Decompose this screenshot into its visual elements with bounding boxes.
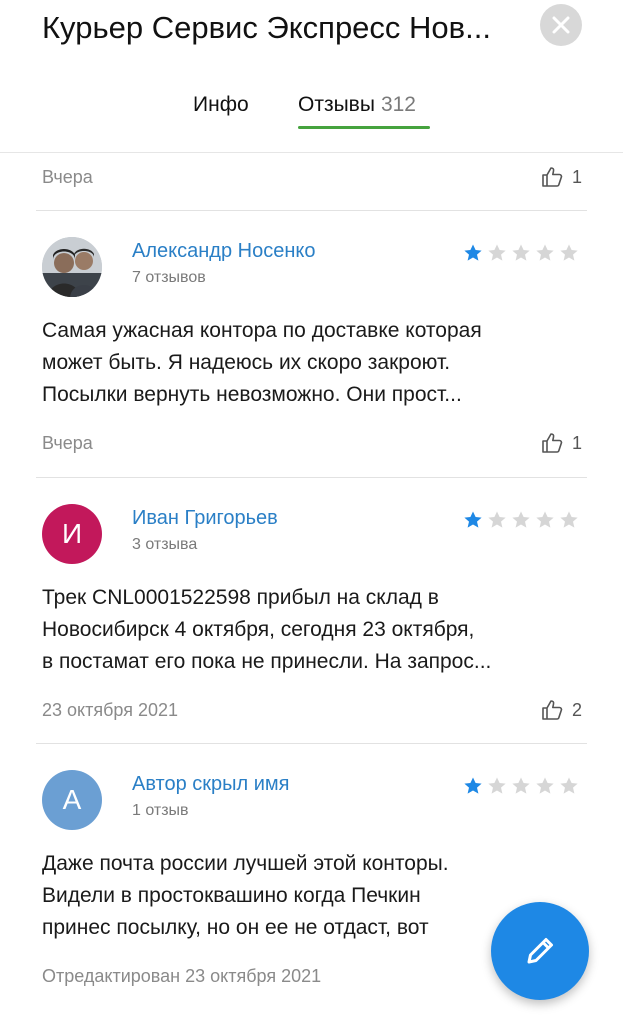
header-divider xyxy=(0,152,623,153)
header: Курьер Сервис Экспресс Нов... Инфо Отзыв… xyxy=(0,0,623,145)
avatar[interactable] xyxy=(42,237,102,297)
like-button[interactable]: 1 xyxy=(540,162,582,192)
like-button[interactable]: 1 xyxy=(540,428,582,458)
star-rating xyxy=(463,510,579,530)
avatar[interactable]: А xyxy=(42,770,102,830)
like-count: 1 xyxy=(571,432,582,453)
pencil-icon xyxy=(527,938,553,964)
divider xyxy=(36,477,587,478)
page-title: Курьер Сервис Экспресс Нов... xyxy=(42,10,491,45)
divider xyxy=(36,210,587,211)
review-text-line: может быть. Я надеюсь их скоро закроют. xyxy=(42,351,451,374)
thumbs-up-icon xyxy=(542,700,563,720)
review-text-line: в постамат его пока не принесли. На запр… xyxy=(42,650,492,673)
review-text-line: Даже почта россии лучшей этой конторы. xyxy=(42,852,449,875)
star-icon xyxy=(536,511,554,528)
star-icon xyxy=(536,244,554,261)
like-count: 2 xyxy=(571,699,582,720)
tab-info[interactable]: Инфо xyxy=(193,88,249,122)
review-count: 7 отзывов xyxy=(132,269,206,286)
close-icon xyxy=(552,16,570,34)
reviews-count: 312 xyxy=(380,93,416,116)
star-icon xyxy=(464,511,482,528)
review-text-line: Самая ужасная контора по доставке котора… xyxy=(42,319,482,342)
star-icon xyxy=(512,777,530,794)
thumbs-up-icon xyxy=(542,167,563,187)
star-icon xyxy=(560,511,578,528)
avatar-letter: А xyxy=(62,784,82,815)
divider xyxy=(36,743,587,744)
review-footer: Вчера 1 xyxy=(42,162,582,192)
star-icon xyxy=(512,511,530,528)
like-button[interactable]: 2 xyxy=(540,695,582,725)
review-text-line: Посылки вернуть невозможно. Они прост... xyxy=(42,383,462,406)
close-button[interactable] xyxy=(540,4,582,46)
tab-reviews[interactable]: Отзывы 312 xyxy=(298,88,416,122)
star-icon xyxy=(536,777,554,794)
star-rating xyxy=(463,243,579,263)
avatar-letter: И xyxy=(61,518,83,549)
review-date: Отредактирован 23 октября 2021 xyxy=(42,966,322,986)
write-review-button[interactable] xyxy=(491,902,589,1000)
review-footer: 23 октября 2021 2 xyxy=(42,695,582,725)
review-author[interactable]: Иван Григорьев xyxy=(132,504,278,532)
review-author[interactable]: Автор скрыл имя xyxy=(132,770,290,798)
review-text-line: Видели в простоквашино когда Печкин xyxy=(42,884,421,907)
review-count: 1 отзыв xyxy=(132,802,189,819)
star-icon xyxy=(512,244,530,261)
review-date: Вчера xyxy=(42,433,93,453)
star-icon xyxy=(464,777,482,794)
tab-reviews-label: Отзывы xyxy=(298,93,375,116)
active-tab-indicator xyxy=(298,126,430,129)
thumbs-up-icon xyxy=(542,433,563,453)
star-icon xyxy=(464,244,482,261)
avatar-photo xyxy=(42,237,102,297)
star-icon xyxy=(488,511,506,528)
star-icon xyxy=(560,777,578,794)
review-text[interactable]: Трек CNL0001522598 прибыл на склад в Нов… xyxy=(42,582,582,678)
star-rating xyxy=(463,776,579,796)
tab-bar: Инфо Отзывы 312 xyxy=(0,88,623,129)
star-icon xyxy=(488,777,506,794)
review-count: 3 отзыва xyxy=(132,536,198,553)
star-icon xyxy=(488,244,506,261)
like-count: 1 xyxy=(571,166,582,187)
review-text-line: Трек CNL0001522598 прибыл на склад в xyxy=(42,586,439,609)
star-icon xyxy=(560,244,578,261)
review-date: 23 октября 2021 xyxy=(42,700,179,720)
review-text[interactable]: Самая ужасная контора по доставке котора… xyxy=(42,315,582,411)
review-text-line: Новосибирск 4 октября, сегодня 23 октябр… xyxy=(42,618,475,641)
review-date: Вчера xyxy=(42,167,93,187)
review-author[interactable]: Александр Носенко xyxy=(132,237,315,265)
avatar[interactable]: И xyxy=(42,504,102,564)
review-footer: Вчера 1 xyxy=(42,428,582,458)
